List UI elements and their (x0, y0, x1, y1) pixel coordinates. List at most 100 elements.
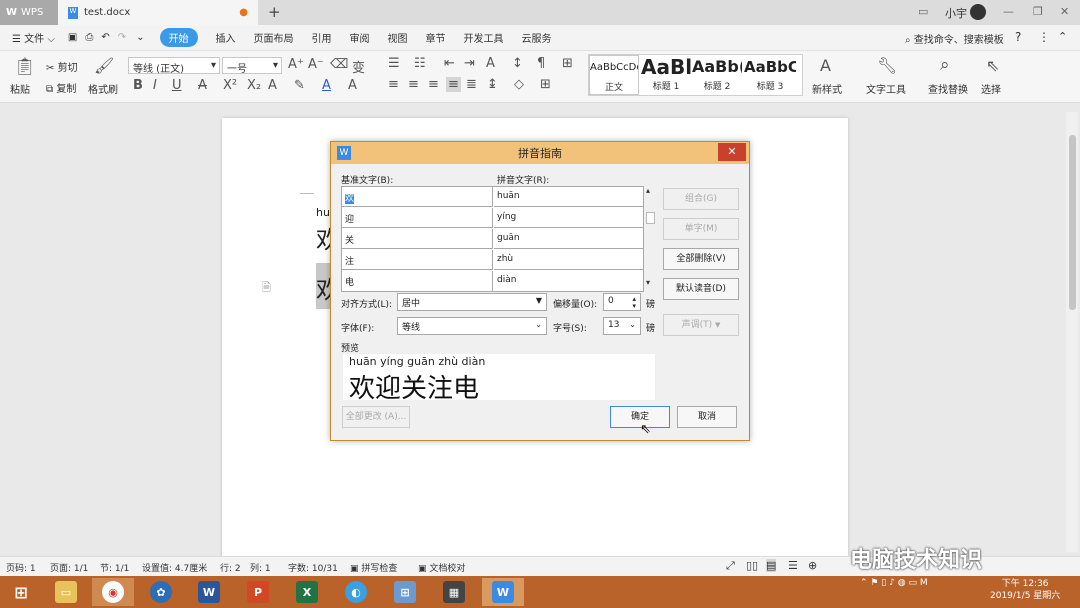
bold-icon[interactable]: B (133, 78, 143, 93)
grow-font-icon[interactable]: A⁺ (288, 57, 304, 72)
command-search[interactable]: ⌕ 查找命令、搜索模板 (905, 31, 1004, 46)
delete-all-button[interactable]: 全部删除(V) (663, 248, 739, 270)
font-color-icon[interactable]: A (322, 78, 331, 93)
align-left-icon[interactable]: ≡ (388, 77, 399, 92)
taskbar-word[interactable]: W (188, 578, 230, 606)
avatar[interactable] (970, 4, 986, 20)
new-tab-plus-icon[interactable]: + (268, 3, 281, 21)
clock[interactable]: 下午 12:36 2019/1/5 星期六 (990, 578, 1060, 602)
outline-view-icon[interactable]: ☰ (788, 559, 798, 572)
help-icon[interactable]: ? (1015, 30, 1021, 44)
format-painter-button[interactable]: 格式刷 (88, 81, 118, 96)
close-window-icon[interactable]: ✕ (1060, 5, 1069, 18)
find-replace-button[interactable]: 查找替换 (928, 81, 968, 96)
minimize-icon[interactable]: — (1003, 5, 1014, 18)
italic-icon[interactable]: I (153, 78, 157, 93)
font-select[interactable]: 等线 ⌄ (397, 317, 547, 335)
paragraph-handle-icon[interactable]: 🗎︎ (262, 279, 271, 298)
shading-icon[interactable]: ◇ (514, 77, 524, 92)
paste-icon[interactable]: 📋︎ (14, 57, 36, 77)
tab-page-layout[interactable]: 页面布局 (254, 30, 294, 45)
cancel-button[interactable]: 取消 (677, 406, 737, 428)
start-button[interactable]: ⊞ (0, 578, 42, 606)
size-select[interactable]: 13 ⌄ (603, 317, 641, 335)
wps-home-tab[interactable]: W WPS (0, 0, 58, 25)
dialog-close-icon[interactable]: ✕ (718, 143, 746, 161)
sort-icon[interactable]: ↕ (512, 56, 523, 71)
justify-icon[interactable]: ≡ (446, 77, 461, 92)
pinyin-cell[interactable]: diàn (494, 271, 644, 291)
web-view-icon[interactable]: ⊕ (808, 559, 817, 572)
magnifier-icon[interactable]: ⌕ (940, 55, 950, 75)
table-border-icon[interactable]: ⊞ (562, 56, 573, 71)
taskbar-explorer[interactable]: ▭ (45, 578, 87, 606)
increase-indent-icon[interactable]: ⇥ (464, 56, 475, 71)
copy-button[interactable]: ⧉ 复制 (46, 80, 76, 95)
select-button[interactable]: 选择 (981, 81, 1001, 96)
taskbar-video[interactable]: ▦ (433, 578, 475, 606)
save-icon[interactable]: ▣ (68, 32, 77, 43)
font-name-select[interactable]: 等线 (正文) ▾ (128, 57, 220, 75)
change-all-button[interactable]: 全部更改 (A)... (342, 406, 410, 428)
undo-icon[interactable]: ↶ (101, 32, 109, 43)
base-cell[interactable]: 迎 (342, 208, 493, 228)
bullets-icon[interactable]: ☰ (388, 56, 400, 71)
maximize-icon[interactable]: ❐ (1033, 5, 1043, 18)
line-spacing-icon[interactable]: ↨ (487, 77, 498, 92)
customize-icon[interactable]: ⌄ (136, 32, 144, 43)
decrease-indent-icon[interactable]: ⇤ (444, 56, 455, 71)
style-heading-1[interactable]: AaBl 标题 1 (641, 55, 691, 95)
status-words[interactable]: 字数: 10/31 (288, 561, 338, 574)
taskbar-excel[interactable]: X (286, 578, 328, 606)
read-mode-icon[interactable]: ▯▯ (746, 559, 758, 572)
strikethrough-icon[interactable]: A (198, 78, 207, 93)
borders-icon[interactable]: ⊞ (540, 77, 551, 92)
collapse-ribbon-icon[interactable]: ⌃ (1058, 30, 1067, 43)
style-normal[interactable]: AaBbCcDd 正文 (589, 55, 639, 95)
scrollbar-thumb[interactable] (1069, 135, 1076, 310)
more-icon[interactable]: ⋮ (1038, 30, 1050, 44)
proofread-button[interactable]: ▣ 文档校对 (418, 561, 465, 574)
pinyin-cell[interactable]: huān (494, 187, 644, 207)
tone-button[interactable]: 声调(T) ▼ (663, 314, 739, 336)
user-name[interactable]: 小宇 (945, 5, 967, 21)
file-menu[interactable]: ☰ 文件 ⌵ (12, 30, 55, 45)
style-heading-3[interactable]: AaBbC 标题 3 (744, 55, 796, 95)
cut-button[interactable]: ✂ 剪切 (46, 59, 78, 74)
tab-review[interactable]: 审阅 (350, 30, 370, 45)
align-select[interactable]: 居中 ▼ (397, 293, 547, 311)
single-char-button[interactable]: 单字(M) (663, 218, 739, 240)
numbering-icon[interactable]: ☷ (414, 56, 426, 71)
scroll-up-icon[interactable]: ▴ (646, 186, 650, 195)
align-right-icon[interactable]: ≡ (428, 77, 439, 92)
redo-icon[interactable]: ↷ (118, 32, 126, 43)
base-cell[interactable]: 注 (342, 250, 493, 270)
dialog-title-bar[interactable]: 拼音指南 (331, 142, 749, 164)
taskbar-network[interactable]: ⊞ (384, 578, 426, 606)
scroll-down-icon[interactable]: ▾ (646, 278, 650, 287)
new-style-icon[interactable]: A (820, 56, 831, 75)
style-heading-2[interactable]: AaBb( 标题 2 (692, 55, 742, 95)
taskbar-wps[interactable]: W (482, 578, 524, 606)
tab-section[interactable]: 章节 (426, 30, 446, 45)
format-painter-icon[interactable]: 🖌︎ (94, 56, 114, 75)
print-icon[interactable]: ⎙ (85, 32, 93, 43)
taskbar-powerpoint[interactable]: P (237, 578, 279, 606)
taskbar-browser[interactable]: ◐ (335, 578, 377, 606)
grid-scrollbar[interactable]: ▴ ▾ (644, 186, 657, 292)
grid-scroll-thumb[interactable] (646, 212, 655, 224)
cursor-select-icon[interactable]: ⇖ (986, 56, 999, 75)
taskbar-app[interactable]: ✿ (140, 578, 182, 606)
tab-references[interactable]: 引用 (312, 30, 332, 45)
text-tools-button[interactable]: 文字工具 (866, 81, 906, 96)
text-effect-icon[interactable]: A (268, 78, 277, 93)
font-size-select[interactable]: 一号 ▾ (222, 57, 282, 75)
fullscreen-icon[interactable]: ⤢ (726, 559, 735, 573)
pinyin-cell[interactable]: yíng (494, 208, 644, 228)
phonetic-guide-icon[interactable]: 变 (352, 57, 365, 76)
underline-icon[interactable]: U (172, 78, 182, 93)
tab-home[interactable]: 开始 (159, 28, 198, 47)
default-reading-button[interactable]: 默认读音(D) (663, 278, 739, 300)
clear-format-icon[interactable]: ⌫ (330, 57, 348, 72)
document-tab[interactable]: W test.docx ● (58, 0, 258, 25)
